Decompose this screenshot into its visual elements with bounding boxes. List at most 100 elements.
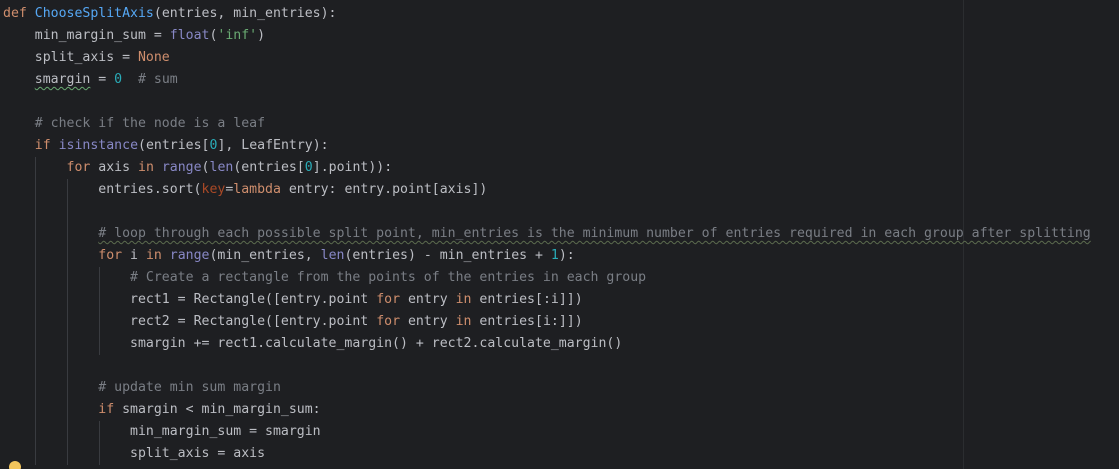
indent-guide bbox=[35, 399, 36, 421]
code-text: min_margin_sum = bbox=[34, 28, 170, 43]
builtin: len bbox=[320, 248, 345, 263]
code-text: entry bbox=[400, 292, 456, 307]
code-line: # check if the node is a leaf bbox=[3, 113, 1091, 135]
code-lines: def ChooseSplitAxis(entries, min_entries… bbox=[3, 3, 1091, 465]
comment: # sum bbox=[122, 72, 178, 87]
code-text: entries[i:]]) bbox=[471, 314, 583, 329]
code-text: (entries[ bbox=[138, 138, 210, 153]
indent-guide bbox=[67, 399, 68, 421]
code-line: if isinstance(entries[0], LeafEntry): bbox=[3, 135, 1091, 157]
code-line: split_axis = axis bbox=[3, 443, 1091, 465]
code-text: (entries, min_entries): bbox=[153, 6, 337, 21]
indent-guide bbox=[67, 289, 68, 311]
keyword: in bbox=[138, 160, 154, 175]
keyword: for bbox=[98, 248, 123, 263]
code-text: min_margin_sum = smargin bbox=[130, 424, 321, 439]
code-text: i bbox=[122, 248, 146, 263]
keyword: for bbox=[376, 314, 401, 329]
code-line: smargin = 0 # sum bbox=[3, 69, 1091, 91]
indent-guide bbox=[67, 201, 68, 223]
code-text: entry: entry.point[axis]) bbox=[280, 182, 488, 197]
code-text: ].point)): bbox=[312, 160, 393, 175]
indent-guide bbox=[67, 267, 68, 289]
code-line: min_margin_sum = smargin bbox=[3, 421, 1091, 443]
indent-guide bbox=[35, 443, 36, 465]
code-line-blank bbox=[3, 201, 1091, 223]
code-line: min_margin_sum = float('inf') bbox=[3, 25, 1091, 47]
indent-guide bbox=[99, 421, 100, 443]
code-text: (entries) - min_entries + bbox=[344, 248, 551, 263]
indent-guide bbox=[35, 311, 36, 333]
indent-guide bbox=[35, 333, 36, 355]
lightbulb-icon[interactable] bbox=[9, 461, 21, 469]
code-text: = bbox=[90, 72, 115, 87]
comment: # update min sum margin bbox=[98, 380, 281, 395]
indent-guide bbox=[35, 267, 36, 289]
indent-guide bbox=[35, 201, 36, 223]
keyword: for bbox=[376, 292, 401, 307]
code-text: entries[:i]]) bbox=[471, 292, 583, 307]
code-line: for i in range(min_entries, len(entries)… bbox=[3, 245, 1091, 267]
code-line: # update min sum margin bbox=[3, 377, 1091, 399]
indent-guide bbox=[35, 421, 36, 443]
code-text: (entries[ bbox=[233, 160, 305, 175]
keyword: in bbox=[145, 248, 162, 263]
keyword: if bbox=[34, 138, 51, 153]
code-text: ): bbox=[558, 248, 575, 263]
keyword: lambda bbox=[233, 182, 281, 197]
code-text: rect1 = Rectangle([entry.point bbox=[130, 292, 377, 307]
indent-guide bbox=[35, 157, 36, 179]
code-text: (min_entries, bbox=[209, 248, 321, 263]
code-line-blank bbox=[3, 355, 1091, 377]
code-text: ], LeafEntry): bbox=[217, 138, 329, 153]
code-line: if smargin < min_margin_sum: bbox=[3, 399, 1091, 421]
builtin: isinstance bbox=[58, 138, 139, 153]
comment: # Create a rectangle from the points of … bbox=[130, 270, 647, 285]
code-text: smargin += rect1.calculate_margin() + re… bbox=[130, 336, 623, 351]
function-name: ChooseSplitAxis bbox=[34, 6, 154, 21]
number-literal: 0 bbox=[304, 160, 313, 175]
indent-guide bbox=[35, 289, 36, 311]
code-line: smargin += rect1.calculate_margin() + re… bbox=[3, 333, 1091, 355]
code-line: # loop through each possible split point… bbox=[3, 223, 1091, 245]
string-literal: 'inf' bbox=[217, 28, 258, 43]
comment: # loop through each possible split point… bbox=[98, 226, 1091, 241]
indent-guide bbox=[67, 377, 68, 399]
indent-guide bbox=[67, 333, 68, 355]
indent-guide bbox=[67, 245, 68, 267]
code-text: smargin < min_margin_sum: bbox=[114, 402, 321, 417]
builtin: range bbox=[161, 160, 202, 175]
indent-guide bbox=[99, 289, 100, 311]
indent-guide bbox=[99, 443, 100, 465]
code-line: def ChooseSplitAxis(entries, min_entries… bbox=[3, 3, 1091, 25]
keyword: None bbox=[137, 50, 170, 65]
indent-guide bbox=[67, 443, 68, 465]
indent-guide bbox=[67, 223, 68, 245]
code-editor[interactable]: def ChooseSplitAxis(entries, min_entries… bbox=[0, 0, 1119, 469]
keyword: if bbox=[98, 402, 115, 417]
code-text: ) bbox=[257, 28, 266, 43]
comment: # check if the node is a leaf bbox=[34, 116, 266, 131]
indent-guide bbox=[99, 311, 100, 333]
keyword: for bbox=[66, 160, 91, 175]
number-literal: 0 bbox=[114, 72, 123, 87]
code-text: ( bbox=[201, 160, 210, 175]
code-line: for axis in range(len(entries[0].point))… bbox=[3, 157, 1091, 179]
code-text: axis bbox=[90, 160, 138, 175]
builtin: range bbox=[169, 248, 210, 263]
code-text: split_axis = axis bbox=[130, 446, 266, 461]
indent-guide bbox=[35, 355, 36, 377]
indent-guide bbox=[35, 245, 36, 267]
code-text: entries.sort( bbox=[98, 182, 202, 197]
indent-guide bbox=[35, 179, 36, 201]
code-text: entry bbox=[400, 314, 456, 329]
indent-guide bbox=[35, 223, 36, 245]
indent-guide bbox=[67, 179, 68, 201]
builtin: len bbox=[209, 160, 234, 175]
indent-guide bbox=[99, 267, 100, 289]
code-line: rect2 = Rectangle([entry.point for entry… bbox=[3, 311, 1091, 333]
indent-guide bbox=[35, 377, 36, 399]
keyword: def bbox=[3, 6, 27, 21]
code-line: entries.sort(key=lambda entry: entry.poi… bbox=[3, 179, 1091, 201]
